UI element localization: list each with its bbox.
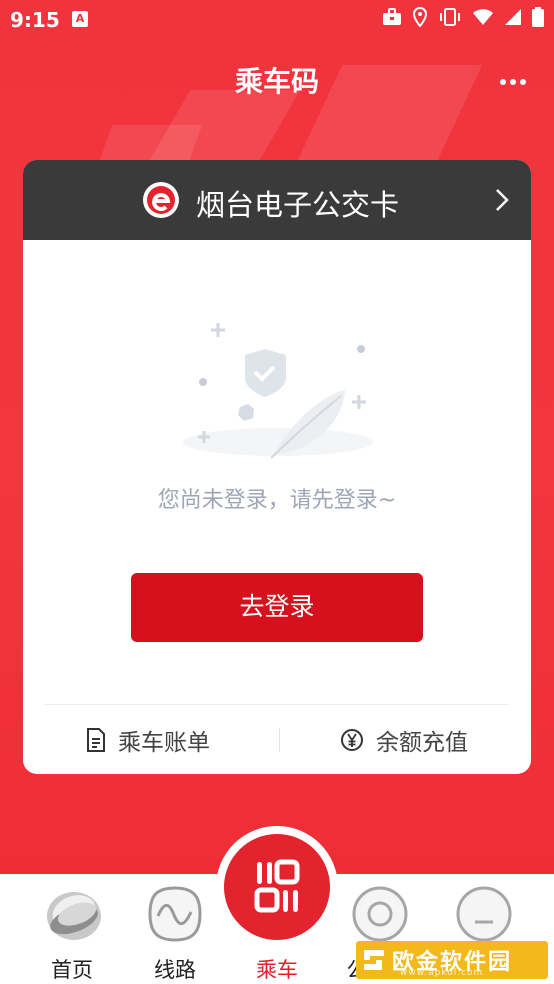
status-icons	[382, 7, 544, 27]
status-bar: 9:15 A	[0, 0, 554, 40]
nav-item-home[interactable]: 首页	[22, 874, 122, 984]
more-icon	[520, 79, 526, 85]
more-icon	[500, 79, 506, 85]
chevron-right-icon	[496, 189, 509, 211]
card-title: 烟台电子公交卡	[196, 188, 400, 222]
card-logo-icon	[143, 182, 179, 218]
circle-icon	[352, 886, 408, 942]
bill-label: 乘车账单	[118, 729, 210, 756]
battery-icon	[532, 7, 544, 27]
watermark-logo-icon	[356, 942, 392, 978]
profile-icon	[456, 886, 512, 942]
yuan-coin-icon	[341, 728, 363, 751]
home-icon	[47, 892, 101, 940]
briefcase-icon	[383, 8, 401, 25]
document-icon	[87, 727, 105, 752]
route-icon	[148, 886, 202, 942]
decoration-shape	[149, 90, 301, 160]
vibrate-icon	[440, 8, 460, 26]
ride-qr-button[interactable]	[224, 834, 330, 940]
card-header[interactable]: 烟台电子公交卡	[23, 160, 531, 240]
page-title: 乘车码	[234, 65, 319, 98]
status-time: 9:15	[10, 8, 60, 32]
nav-label-ride: 乘车	[256, 958, 298, 982]
login-button[interactable]: 去登录	[131, 573, 423, 642]
more-button[interactable]	[500, 72, 530, 92]
empty-message: 您尚未登录，请先登录~	[157, 488, 397, 513]
signal-icon	[505, 9, 521, 25]
bus-card: 烟台电子公交卡 您尚未登录，请先登录~ 去登录 乘车账单 余额充值	[23, 160, 531, 774]
card-footer: 乘车账单 余额充值	[23, 705, 531, 774]
recharge-label: 余额充值	[376, 729, 468, 756]
wifi-icon	[473, 9, 493, 25]
bill-link[interactable]: 乘车账单	[86, 705, 210, 774]
not-logged-in-illustration	[183, 323, 373, 459]
footer-separator	[279, 728, 280, 752]
more-icon	[510, 79, 516, 85]
watermark: 欧金软件园 www.apkol.com	[356, 941, 548, 979]
recharge-link[interactable]: 余额充值	[340, 705, 468, 774]
nav-label-home: 首页	[51, 958, 93, 982]
watermark-url: www.apkol.com	[400, 968, 484, 978]
nav-label-route: 线路	[154, 958, 196, 982]
notification-badge: A	[72, 11, 88, 27]
nav-item-route[interactable]: 线路	[125, 874, 225, 984]
qr-code-icon	[254, 859, 300, 913]
location-icon	[412, 7, 428, 27]
